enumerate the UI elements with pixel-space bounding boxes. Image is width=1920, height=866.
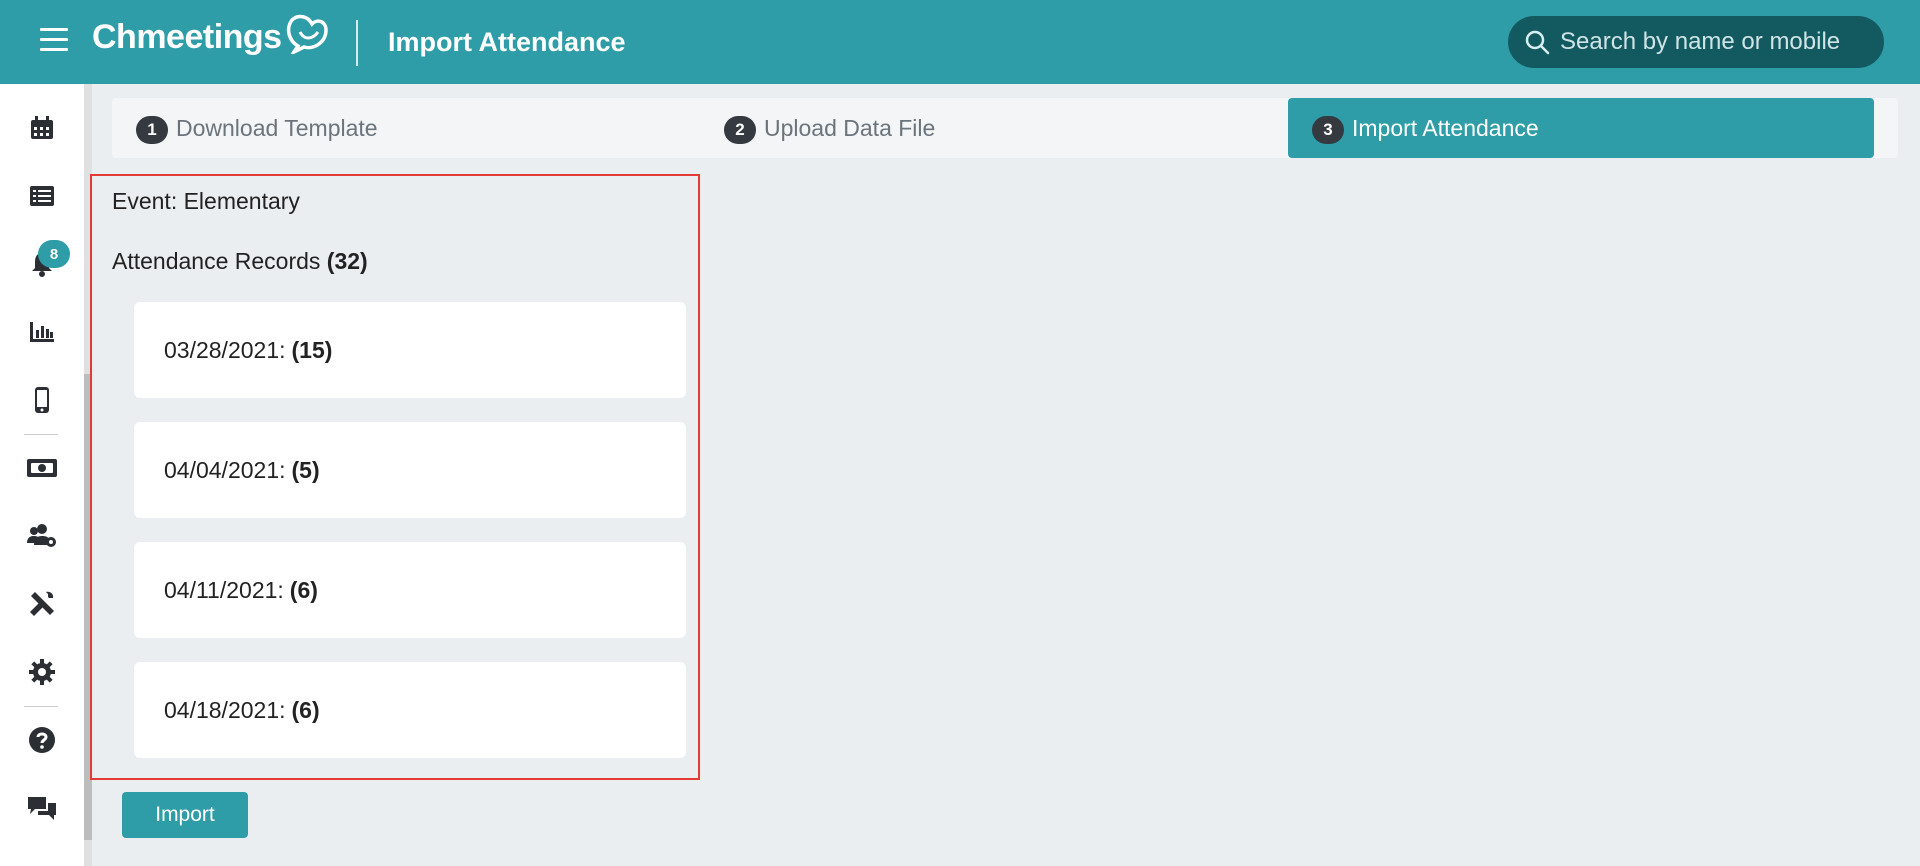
list-icon[interactable] bbox=[26, 180, 58, 212]
records-total: Attendance Records (32) bbox=[112, 248, 368, 275]
record-count: (15) bbox=[291, 336, 333, 363]
record-date: 03/28/2021: bbox=[164, 336, 286, 363]
menu-icon[interactable] bbox=[40, 28, 68, 52]
sidebar bbox=[0, 84, 84, 866]
heart-bubble-icon bbox=[286, 14, 328, 54]
users-cog-icon[interactable] bbox=[26, 520, 58, 552]
record-date: 04/11/2021: bbox=[164, 576, 284, 603]
record-card: 04/04/2021: (5) bbox=[134, 422, 686, 518]
help-icon[interactable] bbox=[26, 724, 58, 756]
mobile-icon[interactable] bbox=[26, 384, 58, 416]
record-date: 04/04/2021: bbox=[164, 456, 286, 483]
record-card: 04/11/2021: (6) bbox=[134, 542, 686, 638]
import-button[interactable]: Import bbox=[122, 792, 248, 838]
record-count: (6) bbox=[289, 576, 318, 603]
event-name: Event: Elementary bbox=[112, 188, 300, 214]
record-card: 03/28/2021: (15) bbox=[134, 302, 686, 398]
header-divider bbox=[356, 20, 358, 66]
import-stepper: 1 Download Template 2 Upload Data File 3… bbox=[112, 98, 1898, 158]
page-title: Import Attendance bbox=[388, 27, 626, 57]
tools-icon[interactable] bbox=[26, 588, 58, 620]
step-upload-data-file[interactable]: 2 Upload Data File bbox=[724, 98, 935, 158]
search-input[interactable] bbox=[1560, 28, 1880, 56]
sidebar-separator bbox=[24, 434, 58, 435]
money-icon[interactable] bbox=[26, 452, 58, 484]
record-card: 04/18/2021: (6) bbox=[134, 662, 686, 758]
chart-icon[interactable] bbox=[26, 316, 58, 348]
top-bar: Chmeetings Import Attendance bbox=[0, 0, 1920, 84]
record-count: (6) bbox=[291, 696, 320, 723]
search-icon bbox=[1525, 30, 1550, 55]
step-number: 2 bbox=[724, 116, 756, 144]
chat-icon[interactable] bbox=[26, 792, 58, 824]
record-date: 04/18/2021: bbox=[164, 696, 286, 723]
step-label: Download Template bbox=[176, 114, 378, 141]
search-box[interactable] bbox=[1508, 16, 1884, 68]
record-count: (5) bbox=[291, 456, 320, 483]
brand-logo[interactable]: Chmeetings bbox=[92, 14, 330, 57]
notification-badge: 8 bbox=[38, 240, 70, 268]
step-label: Import Attendance bbox=[1352, 114, 1539, 141]
sidebar-separator bbox=[24, 706, 58, 707]
calendar-icon[interactable] bbox=[26, 112, 58, 144]
step-number: 3 bbox=[1312, 116, 1344, 144]
step-number: 1 bbox=[136, 116, 168, 144]
records-count: (32) bbox=[326, 248, 368, 274]
step-download-template[interactable]: 1 Download Template bbox=[136, 98, 378, 158]
brand-name: Chmeetings bbox=[92, 18, 282, 56]
records-label: Attendance Records bbox=[112, 248, 321, 274]
gear-icon[interactable] bbox=[26, 656, 58, 688]
step-import-attendance[interactable]: 3 Import Attendance bbox=[1288, 98, 1874, 158]
step-label: Upload Data File bbox=[764, 114, 936, 141]
